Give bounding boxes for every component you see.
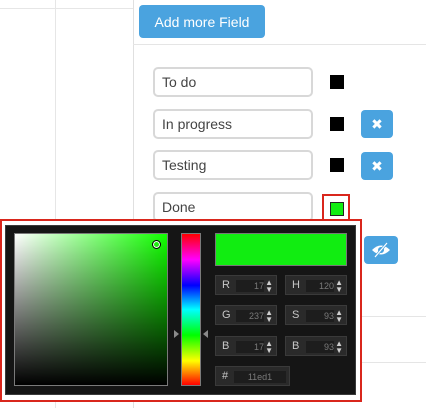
color-swatch-done[interactable] (322, 194, 350, 222)
delete-field-button[interactable]: ✖ (361, 152, 393, 180)
hue-field[interactable]: H 120 ▲ ▼ (285, 275, 347, 295)
saturation-brightness-area[interactable] (14, 233, 168, 386)
spinner-icon[interactable]: ▲ ▼ (335, 340, 343, 355)
selected-color (330, 202, 344, 216)
field-input-testing[interactable]: Testing (153, 150, 313, 180)
brightness-value[interactable]: 93 (306, 341, 334, 353)
blue-field[interactable]: B 17 ▲ ▼ (215, 336, 277, 356)
panel-divider (133, 44, 426, 45)
spinner-icon[interactable]: ▲ ▼ (265, 340, 273, 355)
spinner-icon[interactable]: ▲ ▼ (335, 309, 343, 324)
grid-line (0, 8, 133, 9)
spinner-icon[interactable]: ▲ ▼ (335, 279, 343, 294)
hex-value[interactable]: 11ed1 (234, 371, 286, 383)
color-swatch-todo[interactable] (330, 75, 344, 89)
green-label: G (222, 309, 231, 321)
red-field[interactable]: R 17 ▲ ▼ (215, 275, 277, 295)
spinner-icon[interactable]: ▲ ▼ (265, 309, 273, 324)
color-swatch-testing[interactable] (330, 158, 344, 172)
hue-slider-arrow-left[interactable] (174, 330, 179, 338)
brightness-label: B (292, 340, 300, 352)
delete-field-button[interactable]: ✖ (361, 110, 393, 138)
close-icon: ✖ (371, 158, 383, 174)
saturation-label: S (292, 309, 300, 321)
blue-value[interactable]: 17 (236, 341, 264, 353)
hex-label: # (222, 370, 229, 382)
toggle-visibility-button[interactable] (364, 236, 398, 264)
hue-value[interactable]: 120 (306, 280, 334, 292)
color-preview (215, 233, 347, 266)
saturation-field[interactable]: S 93 ▲ ▼ (285, 305, 347, 325)
hue-label: H (292, 279, 300, 291)
field-input-todo[interactable]: To do (153, 67, 313, 97)
field-input-in-progress[interactable]: In progress (153, 109, 313, 139)
green-value[interactable]: 237 (236, 310, 264, 322)
sv-cursor-handle[interactable] (152, 240, 161, 249)
add-more-field-button[interactable]: Add more Field (139, 5, 265, 38)
red-value[interactable]: 17 (236, 280, 264, 292)
hue-slider[interactable] (181, 233, 201, 386)
color-swatch-in-progress[interactable] (330, 117, 344, 131)
blue-label: B (222, 340, 230, 352)
hex-field[interactable]: # 11ed1 (215, 366, 290, 386)
green-field[interactable]: G 237 ▲ ▼ (215, 305, 277, 325)
close-icon: ✖ (371, 116, 383, 132)
red-label: R (222, 279, 230, 291)
hue-slider-arrow-right[interactable] (203, 330, 208, 338)
brightness-field[interactable]: B 93 ▲ ▼ (285, 336, 347, 356)
spinner-icon[interactable]: ▲ ▼ (265, 279, 273, 294)
eye-slash-icon (372, 242, 390, 258)
field-input-done[interactable]: Done (153, 192, 313, 222)
saturation-value[interactable]: 93 (306, 310, 334, 322)
